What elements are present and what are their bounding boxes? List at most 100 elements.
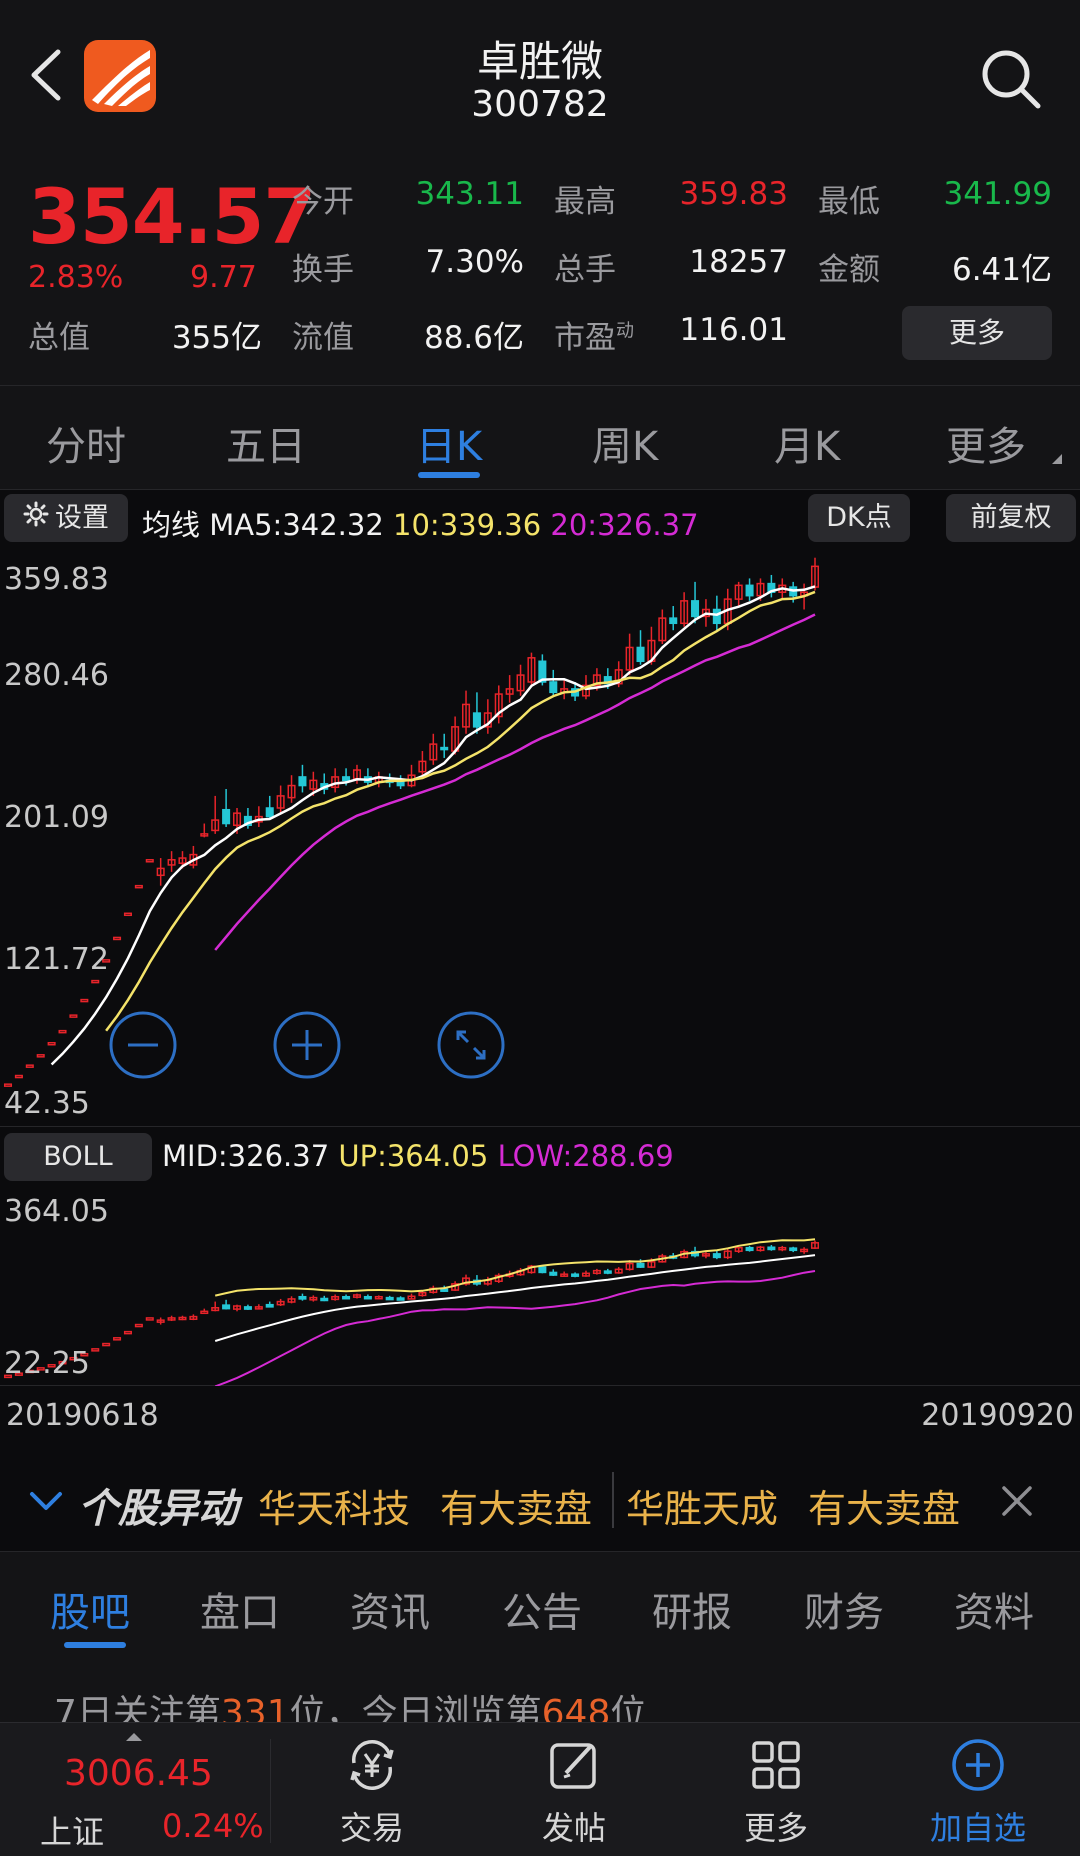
tab-financials[interactable]: 财务	[804, 1580, 884, 1638]
tab-weekly-k[interactable]: 周K	[592, 414, 658, 472]
candle-body	[123, 1330, 132, 1335]
candle-body	[222, 1304, 231, 1310]
candle-body	[265, 1303, 274, 1308]
candle-body	[200, 1310, 209, 1315]
boll-mid: MID:326.37	[162, 1139, 330, 1173]
tab-announcements[interactable]: 公告	[502, 1580, 582, 1638]
candle-body	[571, 1273, 580, 1277]
ma10-value: 10:339.36	[393, 508, 542, 542]
date-axis: 20190618 20190920	[0, 1388, 1080, 1448]
candle-body	[320, 1297, 329, 1302]
candle-body	[222, 808, 231, 825]
alert-heading: 个股异动	[78, 1486, 238, 1532]
zoom-in-button[interactable]	[272, 1010, 342, 1080]
stat-value-pe: 116.01	[679, 312, 788, 348]
fullscreen-button[interactable]	[436, 1010, 506, 1080]
tab-five-day[interactable]: 五日	[226, 414, 306, 472]
tab-news[interactable]: 资讯	[350, 1580, 430, 1638]
period-tabs: 分时 五日 日K 周K 月K 更多	[0, 386, 1080, 490]
boll-indicator-button[interactable]: BOLL	[4, 1133, 152, 1181]
dk-point-button[interactable]: DK点	[808, 494, 910, 542]
candle-body	[549, 1271, 558, 1276]
candle-body	[36, 1054, 45, 1058]
rank-info: 7日关注第331位，今日浏览第648位	[0, 1656, 1080, 1734]
candle-body	[69, 1014, 78, 1018]
candle-body	[14, 1074, 23, 1079]
tab-profile[interactable]: 资料	[954, 1580, 1034, 1638]
candle-body	[243, 1306, 252, 1310]
index-percent: 0.24%	[162, 1807, 264, 1845]
nav-post[interactable]: 发帖	[484, 1723, 664, 1856]
boll-bar: BOLL MID:326.37 UP:364.05 LOW:288.69	[0, 1126, 1080, 1186]
more-stats-button[interactable]: 更多	[902, 306, 1052, 360]
candle-body	[80, 998, 89, 1003]
candle-body	[145, 1317, 154, 1321]
price-adjust-button[interactable]: 前复权	[946, 494, 1076, 542]
stock-name: 卓胜微	[476, 37, 603, 86]
candle-body	[603, 1270, 612, 1274]
nav-more[interactable]: 更多	[686, 1723, 866, 1856]
divider	[612, 1472, 614, 1528]
y-tick-label: 121.72	[4, 942, 109, 977]
index-ticker[interactable]: 3006.45 上证 0.24%	[0, 1723, 270, 1856]
candle-body	[265, 807, 274, 818]
divider	[270, 1739, 271, 1843]
y-tick-label: 201.09	[4, 800, 109, 835]
zoom-out-icon	[109, 1011, 177, 1079]
candle-body	[767, 1246, 776, 1251]
alert-stock[interactable]: 华天科技	[258, 1478, 410, 1533]
tab-more[interactable]: 更多	[946, 414, 1026, 472]
kline-chart[interactable]: 359.83 280.46 201.09 121.72 42.35	[0, 546, 1080, 1126]
edit-icon	[550, 1743, 596, 1789]
stat-label-pe: 市盈动	[554, 320, 634, 356]
header: 卓胜微 300782	[0, 0, 1080, 160]
candle-body	[113, 1337, 122, 1341]
trade-yen-icon	[350, 1740, 394, 1790]
bottom-nav: 3006.45 上证 0.24% 交易 发帖 更多 加自选	[0, 1722, 1080, 1856]
y-tick-label: 359.83	[4, 562, 109, 597]
search-icon[interactable]	[976, 44, 1046, 114]
stat-label-open: 今开	[292, 184, 354, 220]
candle-body	[549, 681, 558, 694]
alert-event: 有大卖盘	[808, 1487, 961, 1531]
nav-trade[interactable]: 交易	[282, 1723, 462, 1856]
quote-panel: 354.57 2.83% 9.77 今开 343.11 最高 359.83 最低…	[0, 160, 1080, 386]
stat-value-float-cap: 88.6亿	[423, 320, 524, 356]
close-icon[interactable]	[1000, 1484, 1034, 1518]
chevron-down-icon[interactable]	[28, 1488, 64, 1516]
date-start: 20190618	[6, 1398, 159, 1433]
ma5-value: MA5:342.32	[209, 508, 384, 542]
candle-body	[712, 608, 721, 625]
alert-event: 有大卖盘	[440, 1487, 593, 1531]
settings-label: 设置	[55, 502, 109, 534]
boll-y-tick-label: 22.25	[4, 1346, 90, 1381]
date-end: 20190920	[921, 1398, 1074, 1433]
tab-daily-k[interactable]: 日K	[416, 414, 482, 472]
ma-label: 均线	[142, 508, 201, 542]
candle-body	[669, 617, 678, 625]
boll-chart[interactable]: 364.05 22.25	[0, 1186, 1080, 1388]
index-name: 上证	[40, 1813, 105, 1851]
tab-orderbook[interactable]: 盘口	[200, 1580, 280, 1638]
stat-label-turnover: 换手	[292, 252, 354, 288]
tab-monthly-k[interactable]: 月K	[774, 414, 840, 472]
zoom-out-button[interactable]	[108, 1010, 178, 1080]
settings-button[interactable]: 设置	[4, 494, 128, 542]
stock-alert-bar[interactable]: 个股异动 华天科技 有大卖盘 华胜天成 有大卖盘	[0, 1448, 1080, 1552]
tab-forum[interactable]: 股吧	[50, 1580, 130, 1638]
stat-label-amount: 金额	[818, 252, 880, 288]
nav-add-watchlist[interactable]: 加自选	[888, 1723, 1068, 1856]
tab-intraday[interactable]: 分时	[46, 414, 126, 472]
candle-body	[134, 884, 143, 889]
tab-research[interactable]: 研报	[652, 1580, 732, 1638]
stat-label-volume: 总手	[554, 252, 616, 288]
candle-body	[440, 1288, 449, 1292]
nav-trade-label: 交易	[339, 1809, 404, 1847]
alert-stock[interactable]: 华胜天成	[626, 1478, 778, 1533]
stat-label-float-cap: 流值	[292, 320, 354, 356]
candle-body	[123, 912, 132, 917]
candle-body	[298, 1295, 307, 1300]
candle-body	[298, 776, 307, 787]
stat-value-turnover: 7.30%	[425, 244, 524, 280]
ma-values: 均线 MA5:342.32 10:339.36 20:326.37	[142, 502, 699, 544]
